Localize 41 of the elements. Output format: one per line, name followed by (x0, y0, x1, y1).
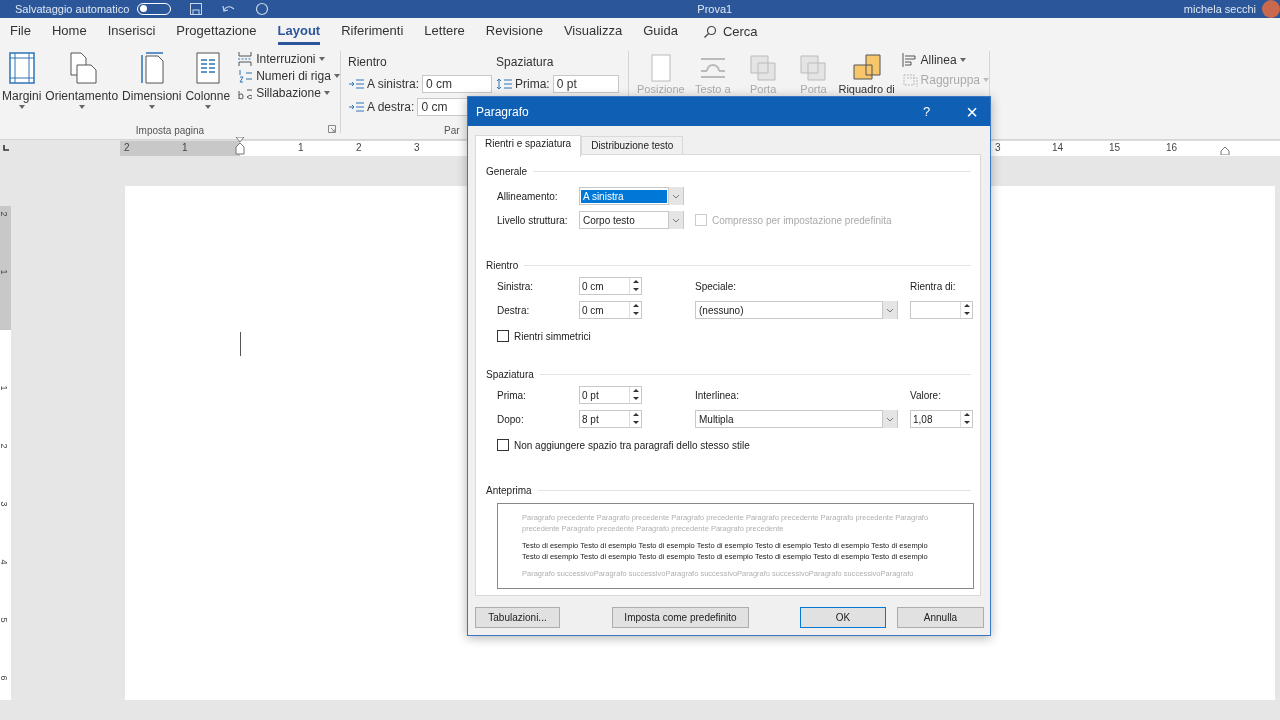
field-label: Valore: (910, 389, 942, 401)
ruler-number: 4 (0, 559, 9, 565)
ruler-number: 2 (356, 142, 362, 153)
ruler-number: 2 (0, 443, 9, 449)
field-label: Allineamento: (497, 190, 559, 202)
field-label: Dopo: (497, 413, 525, 425)
field-label: Speciale: (695, 280, 738, 292)
ruler-number: 3 (995, 142, 1001, 153)
field-label: Destra: (497, 304, 531, 316)
group-heading: Spaziatura (496, 55, 555, 69)
group-label: Imposta pagina (135, 124, 205, 136)
field-label: Sinistra: (497, 280, 535, 292)
ruler-number: 14 (1052, 142, 1064, 153)
ruler-number: 3 (414, 142, 420, 153)
user-name: michela secchi (1183, 3, 1256, 15)
ruler-number: 1 (0, 385, 9, 391)
autosave-label: Salvataggio automatico (15, 3, 130, 15)
ruler-number: 2 (124, 142, 130, 153)
ruler-number: 2 (0, 211, 9, 217)
ruler-number: 15 (1109, 142, 1121, 153)
ruler-number: 5 (0, 617, 9, 623)
field-label: A sinistra: (367, 77, 420, 91)
field-label: Prima: (515, 77, 550, 91)
section-heading: Spaziatura (486, 368, 534, 380)
section-heading: Anteprima (486, 484, 532, 496)
ruler-number: 3 (0, 501, 9, 507)
ruler-number: 6 (0, 675, 9, 681)
ruler-number: 16 (1166, 142, 1178, 153)
field-label: A destra: (367, 100, 415, 114)
section-heading: Generale (486, 165, 528, 177)
field-label: Prima: (497, 389, 527, 401)
group-heading: Rientro (348, 55, 388, 69)
field-label: Livello struttura: (497, 214, 569, 226)
field-label: Rientra di: (910, 280, 957, 292)
ruler-number: 1 (182, 142, 188, 153)
document-title: Prova1 (697, 3, 733, 15)
group-label: Par (444, 124, 460, 136)
section-heading: Rientro (486, 259, 519, 271)
ruler-number: 1 (298, 142, 304, 153)
field-label: Interlinea: (695, 389, 740, 401)
ruler-number: 1 (0, 269, 9, 275)
